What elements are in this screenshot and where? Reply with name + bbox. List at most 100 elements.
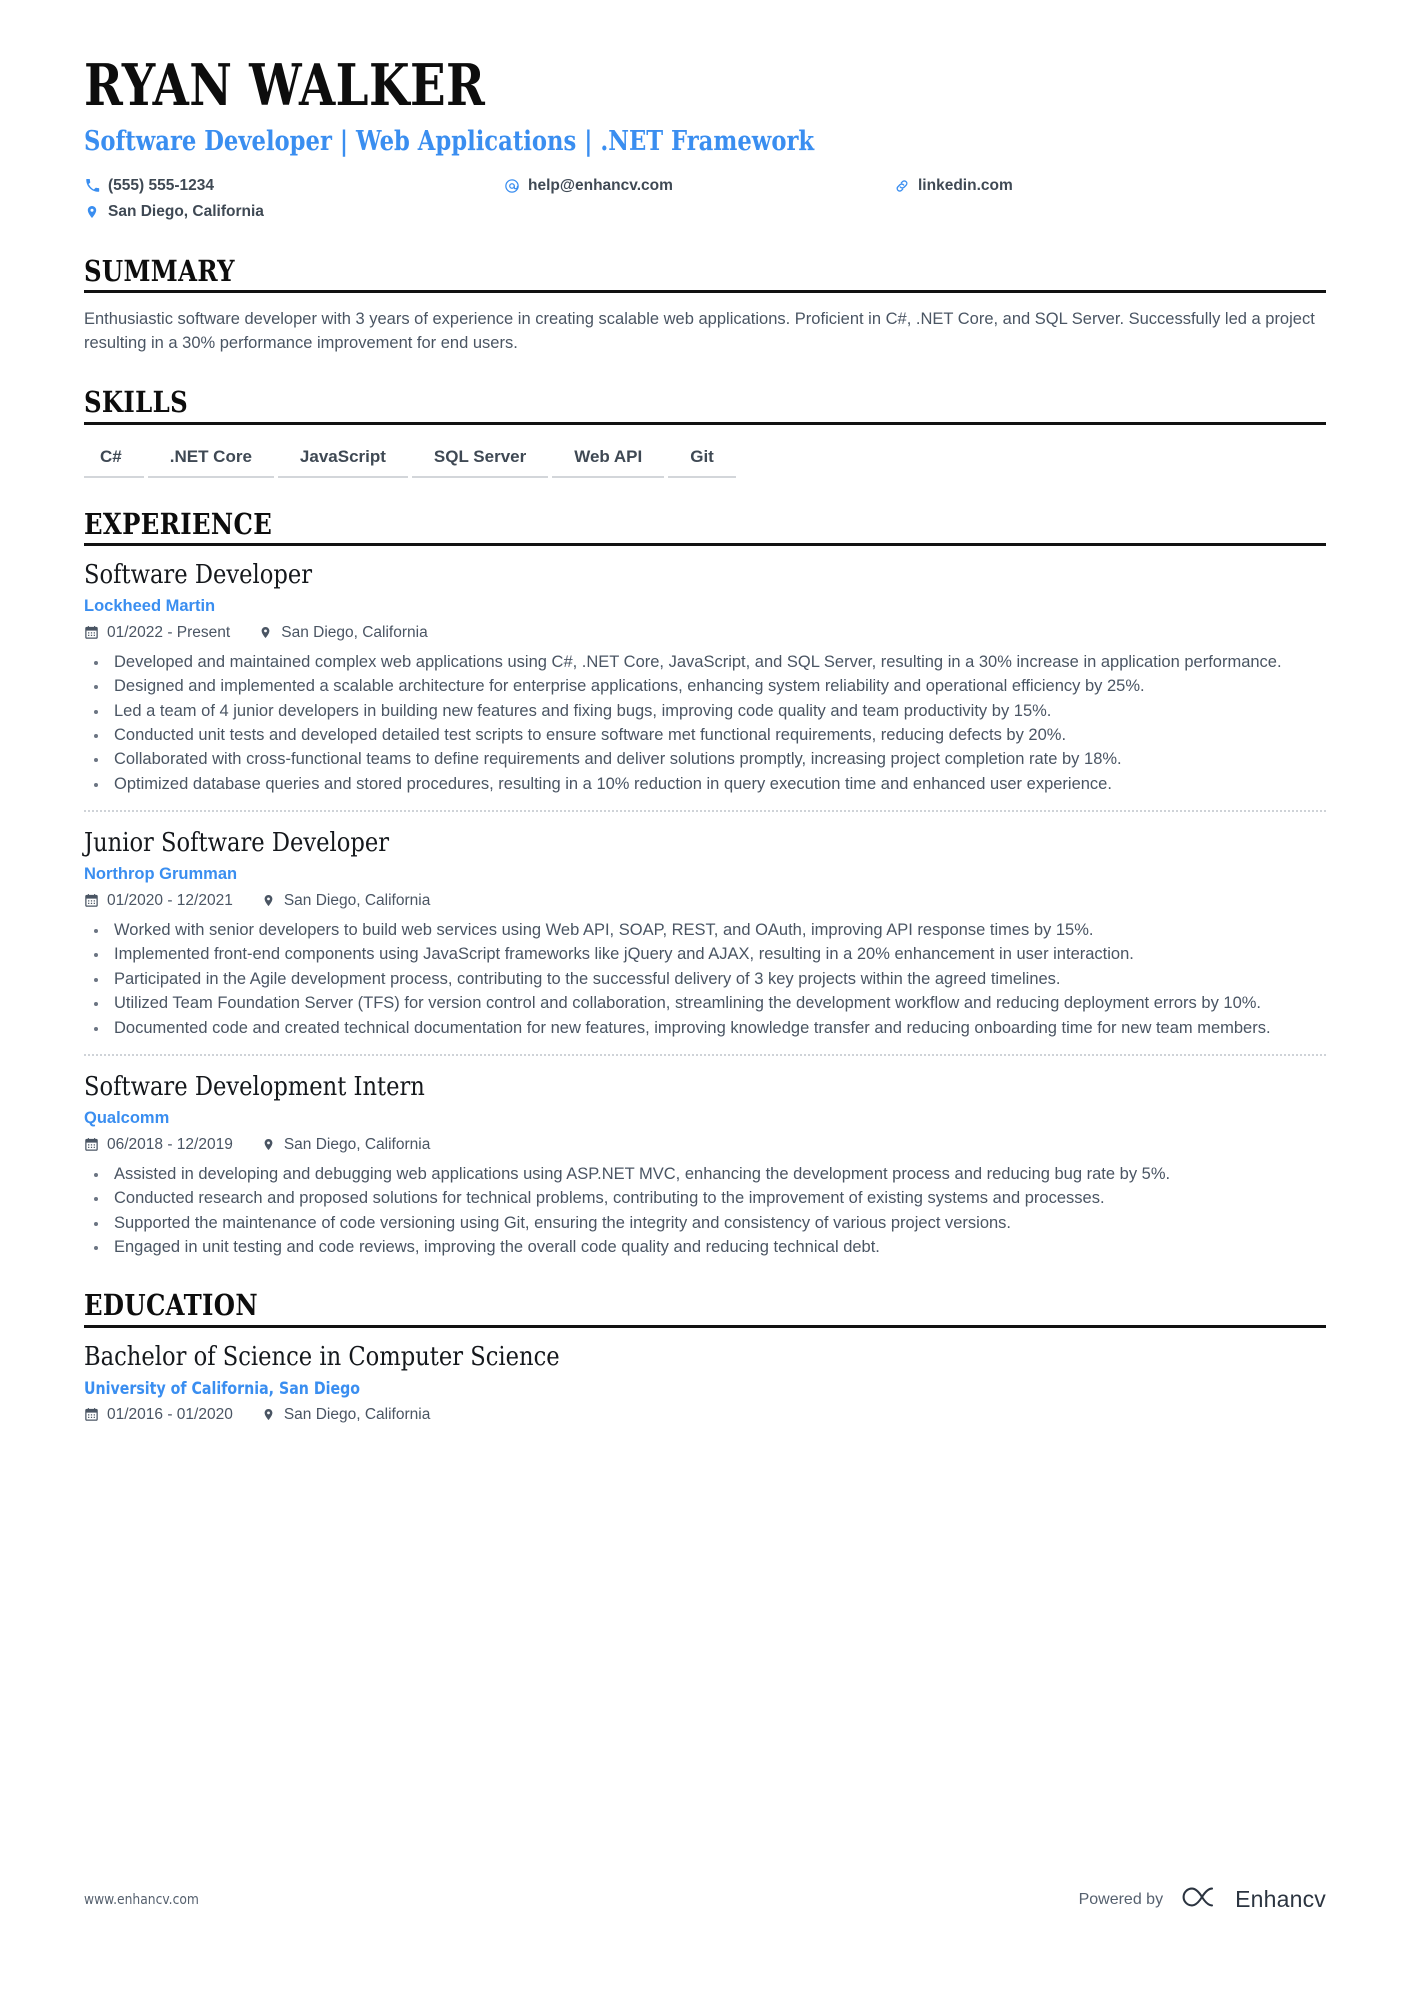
section-title-education: EDUCATION	[84, 1288, 258, 1323]
location-icon	[261, 1137, 276, 1152]
contact-row-2: San Diego, California	[84, 199, 1326, 225]
entry-location: San Diego, California	[261, 1136, 430, 1154]
resume-footer: www.enhancv.com Powered by Enhancv	[84, 1884, 1326, 1915]
phone-icon	[84, 178, 100, 194]
entry-location-value: San Diego, California	[281, 623, 428, 641]
bullet-item: Utilized Team Foundation Server (TFS) fo…	[84, 992, 1326, 1015]
entry-title: Software Developer	[84, 560, 313, 591]
entry-dates: 01/2020 - 12/2021	[84, 892, 233, 910]
bullet-item: Participated in the Agile development pr…	[84, 968, 1326, 991]
entry-dates: 01/2016 - 01/2020	[84, 1406, 233, 1424]
bullet-item: Worked with senior developers to build w…	[84, 919, 1326, 942]
section-title-experience: EXPERIENCE	[84, 506, 273, 541]
calendar-icon	[84, 1407, 99, 1422]
skill-item: Web API	[552, 447, 665, 478]
entry-title: Software Development Intern	[84, 1072, 425, 1103]
section-summary: SUMMARY Enthusiastic software developer …	[84, 253, 1326, 356]
contact-location-value: San Diego, California	[108, 202, 264, 220]
skills-list: C# .NET Core JavaScript SQL Server Web API Gi…	[84, 447, 1326, 478]
entry-location: San Diego, California	[258, 623, 428, 642]
section-rule	[84, 290, 1326, 294]
location-icon	[261, 893, 276, 908]
entry-dates-value: 01/2016 - 01/2020	[107, 1405, 233, 1423]
footer-url[interactable]: www.enhancv.com	[84, 1892, 199, 1908]
brand-name: Enhancv	[1235, 1886, 1326, 1912]
entry-location-value: San Diego, California	[283, 1135, 431, 1153]
entry-meta: 01/2016 - 01/2020 San Diego, California	[84, 1406, 1326, 1424]
calendar-icon	[84, 1137, 99, 1152]
bullet-item: Engaged in unit testing and code reviews…	[84, 1236, 1326, 1259]
section-experience: EXPERIENCE Software Developer Lockheed Ma…	[84, 506, 1326, 1260]
entry-dates: 06/2018 - 12/2019	[84, 1136, 233, 1154]
entry-organization[interactable]: Lockheed Martin	[84, 597, 1326, 616]
location-icon	[261, 1407, 276, 1422]
bullet-item: Implemented front-end components using J…	[84, 943, 1326, 966]
candidate-headline: Software Developer | Web Applications | …	[84, 126, 815, 158]
skill-item: JavaScript	[277, 447, 408, 478]
entry-title: Bachelor of Science in Computer Science	[84, 1341, 560, 1372]
entry-organization[interactable]: University of California, San Diego	[84, 1379, 1152, 1398]
contact-linkedin-value: linkedin.com	[918, 176, 1013, 194]
contact-phone-value: (555) 555-1234	[108, 176, 214, 194]
entry-dates-value: 01/2022 - Present	[107, 623, 231, 641]
entry-meta: 01/2022 - Present San Diego, California	[84, 624, 1326, 642]
bullet-item: Optimized database queries and stored pr…	[84, 773, 1326, 796]
entry-bullets: Worked with senior developers to build w…	[84, 919, 1326, 1040]
resume-entry: Junior Software Developer Northrop Grumma…	[84, 810, 1326, 1040]
experience-entries: Software Developer Lockheed Martin 01/2022…	[84, 546, 1326, 1259]
section-skills: SKILLS C# .NET Core JavaScript SQL Server We…	[84, 385, 1326, 478]
education-entries: Bachelor of Science in Computer Science U…	[84, 1328, 1326, 1424]
entry-dates: 01/2022 - Present	[84, 624, 230, 642]
skill-item: C#	[84, 447, 144, 478]
candidate-name: RYAN WALKER	[84, 52, 486, 119]
contact-details: (555) 555-1234 help@enhancv.com linkedin…	[84, 173, 1326, 225]
resume-page: RYAN WALKER Software Developer | Web App…	[0, 0, 1410, 1995]
contact-email-value: help@enhancv.com	[528, 176, 673, 194]
calendar-icon	[84, 625, 99, 640]
contact-phone[interactable]: (555) 555-1234	[84, 177, 504, 195]
bullet-item: Led a team of 4 junior developers in bui…	[84, 700, 1326, 723]
entry-location: San Diego, California	[261, 892, 430, 910]
entry-location-value: San Diego, California	[283, 1405, 431, 1423]
summary-text: Enthusiastic software developer with 3 y…	[84, 310, 1315, 353]
section-education: EDUCATION Bachelor of Science in Compute…	[84, 1289, 1326, 1423]
skill-item: Git	[668, 447, 736, 478]
resume-header: RYAN WALKER Software Developer | Web App…	[84, 52, 1326, 225]
entry-organization[interactable]: Qualcomm	[84, 1109, 1326, 1128]
entry-meta: 06/2018 - 12/2019 San Diego, California	[84, 1136, 1326, 1154]
section-title-summary: SUMMARY	[84, 253, 235, 288]
entry-meta: 01/2020 - 12/2021 San Diego, California	[84, 892, 1326, 910]
bullet-item: Designed and implemented a scalable arch…	[84, 675, 1326, 698]
enhancv-logo: Enhancv	[1179, 1884, 1326, 1915]
entry-title: Junior Software Developer	[84, 828, 390, 859]
entry-bullets: Assisted in developing and debugging web…	[84, 1163, 1326, 1260]
section-rule	[84, 421, 1326, 425]
bullet-item: Conducted unit tests and developed detai…	[84, 724, 1326, 747]
bullet-item: Collaborated with cross-functional teams…	[84, 748, 1326, 771]
infinity-loop-icon	[1179, 1884, 1225, 1915]
location-icon	[84, 204, 100, 220]
contact-location: San Diego, California	[84, 203, 504, 221]
entry-organization[interactable]: Northrop Grumman	[84, 865, 1326, 884]
entry-location: San Diego, California	[261, 1406, 430, 1424]
resume-entry: Software Developer Lockheed Martin 01/2022…	[84, 546, 1326, 796]
location-icon	[258, 625, 273, 640]
skill-item: SQL Server	[411, 447, 549, 478]
entry-bullets: Developed and maintained complex web app…	[84, 651, 1326, 797]
entry-location-value: San Diego, California	[283, 891, 431, 909]
email-icon	[504, 178, 520, 194]
bullet-item: Documented code and created technical do…	[84, 1017, 1326, 1040]
entry-dates-value: 01/2020 - 12/2021	[107, 891, 233, 909]
resume-entry: Software Development Intern Qualcomm 06/20…	[84, 1054, 1326, 1259]
contact-row-1: (555) 555-1234 help@enhancv.com linkedin…	[84, 173, 1326, 199]
skill-item: .NET Core	[147, 447, 274, 478]
contact-email[interactable]: help@enhancv.com	[504, 177, 894, 195]
bullet-item: Assisted in developing and debugging web…	[84, 1163, 1326, 1186]
calendar-icon	[84, 893, 99, 908]
contact-linkedin[interactable]: linkedin.com	[894, 177, 1013, 195]
powered-by-label: Powered by	[1078, 1890, 1164, 1908]
section-title-skills: SKILLS	[84, 385, 189, 420]
link-icon	[894, 178, 910, 194]
entry-dates-value: 06/2018 - 12/2019	[107, 1135, 233, 1153]
footer-brand: Powered by Enhancv	[1079, 1884, 1326, 1915]
